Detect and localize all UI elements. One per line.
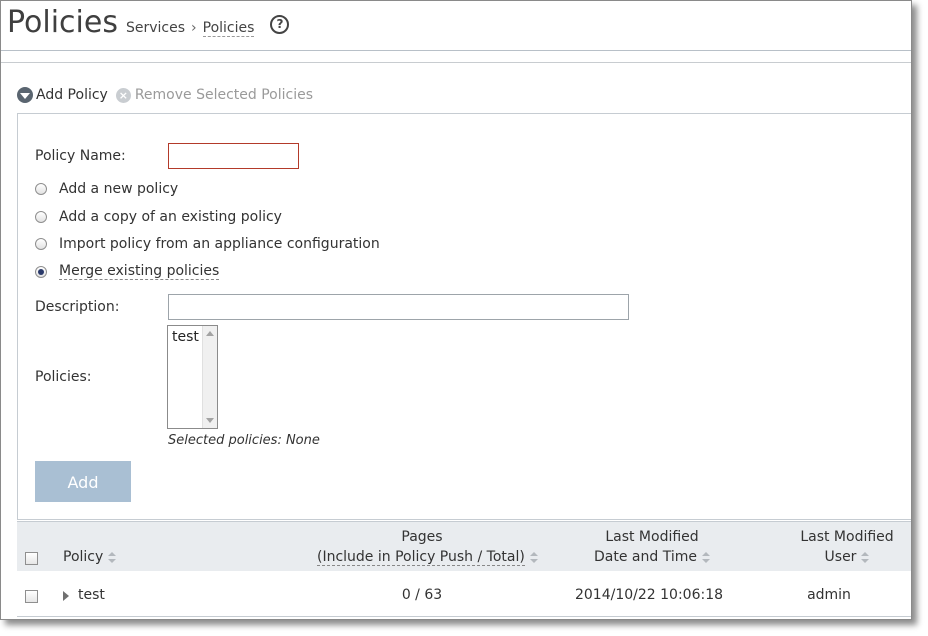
- header-divider: [1, 50, 911, 51]
- breadcrumb-policies[interactable]: Policies: [202, 20, 255, 37]
- column-header-last-modified-date[interactable]: Last Modified Date and Time: [582, 527, 722, 567]
- sort-icon: [529, 551, 538, 563]
- scroll-up-icon[interactable]: [206, 331, 214, 336]
- sort-icon: [108, 551, 117, 563]
- sort-icon: [701, 551, 710, 563]
- policy-toolbar: Add Policy × Remove Selected Policies: [17, 85, 313, 105]
- radio-add-copy-policy[interactable]: Add a copy of an existing policy: [35, 209, 282, 225]
- expand-row-icon[interactable]: [63, 591, 69, 601]
- add-button[interactable]: Add: [35, 461, 131, 502]
- page-header: Policies Services › Policies ?: [7, 5, 290, 49]
- policy-name-label: Policy Name:: [35, 148, 126, 164]
- policies-list-option[interactable]: test: [172, 329, 199, 345]
- radio-button-selected[interactable]: [35, 265, 47, 278]
- selected-policies-note: Selected policies: None: [168, 433, 320, 448]
- breadcrumb-services[interactable]: Services: [126, 20, 185, 36]
- radio-label: Import policy from an appliance configur…: [59, 236, 380, 252]
- header-divider-secondary: [1, 62, 911, 63]
- sort-icon: [861, 551, 870, 563]
- scroll-down-icon[interactable]: [206, 418, 214, 423]
- radio-add-new-policy[interactable]: Add a new policy: [35, 181, 178, 197]
- policies-listbox[interactable]: test: [167, 325, 218, 429]
- radio-label: Merge existing policies: [59, 263, 220, 280]
- cell-policy[interactable]: test: [78, 587, 105, 603]
- policies-table-header: Policy Pages (Include in Policy Push / T…: [17, 521, 911, 571]
- remove-icon: ×: [115, 87, 131, 103]
- policies-label: Policies:: [35, 369, 92, 385]
- cell-pages: 0 / 63: [401, 587, 443, 603]
- radio-button[interactable]: [35, 238, 47, 250]
- window-frame: Policies Services › Policies ? Add Polic…: [0, 0, 912, 620]
- column-header-last-modified-user[interactable]: Last Modified User: [787, 527, 907, 567]
- help-icon[interactable]: ?: [270, 15, 290, 34]
- description-input[interactable]: [168, 294, 629, 320]
- radio-button[interactable]: [35, 183, 47, 195]
- remove-selected-policies-button[interactable]: Remove Selected Policies: [135, 87, 313, 103]
- cell-last-modified-user: admin: [807, 587, 851, 603]
- policy-name-input[interactable]: [168, 143, 299, 169]
- listbox-scrollbar[interactable]: [202, 326, 217, 428]
- description-label: Description:: [35, 299, 120, 315]
- radio-label: Add a new policy: [59, 181, 179, 197]
- column-header-pages[interactable]: Pages (Include in Policy Push / Total): [317, 527, 538, 567]
- radio-label: Add a copy of an existing policy: [59, 209, 282, 225]
- select-all-checkbox[interactable]: [25, 552, 38, 565]
- row-checkbox[interactable]: [25, 590, 38, 603]
- add-policy-button[interactable]: Add Policy: [36, 87, 108, 103]
- radio-import-policy[interactable]: Import policy from an appliance configur…: [35, 236, 380, 252]
- radio-merge-policies[interactable]: Merge existing policies: [35, 263, 220, 280]
- table-row[interactable]: test 0 / 63 2014/10/22 10:06:18 admin: [17, 571, 911, 617]
- radio-button[interactable]: [35, 211, 47, 223]
- chevron-down-icon[interactable]: [17, 87, 33, 103]
- cell-last-modified-date: 2014/10/22 10:06:18: [574, 587, 724, 603]
- add-policy-form: Policy Name: Add a new policy Add a copy…: [17, 113, 911, 520]
- page-title: Policies: [7, 5, 118, 40]
- breadcrumb-separator: ›: [191, 20, 197, 36]
- column-header-policy[interactable]: Policy: [63, 547, 117, 567]
